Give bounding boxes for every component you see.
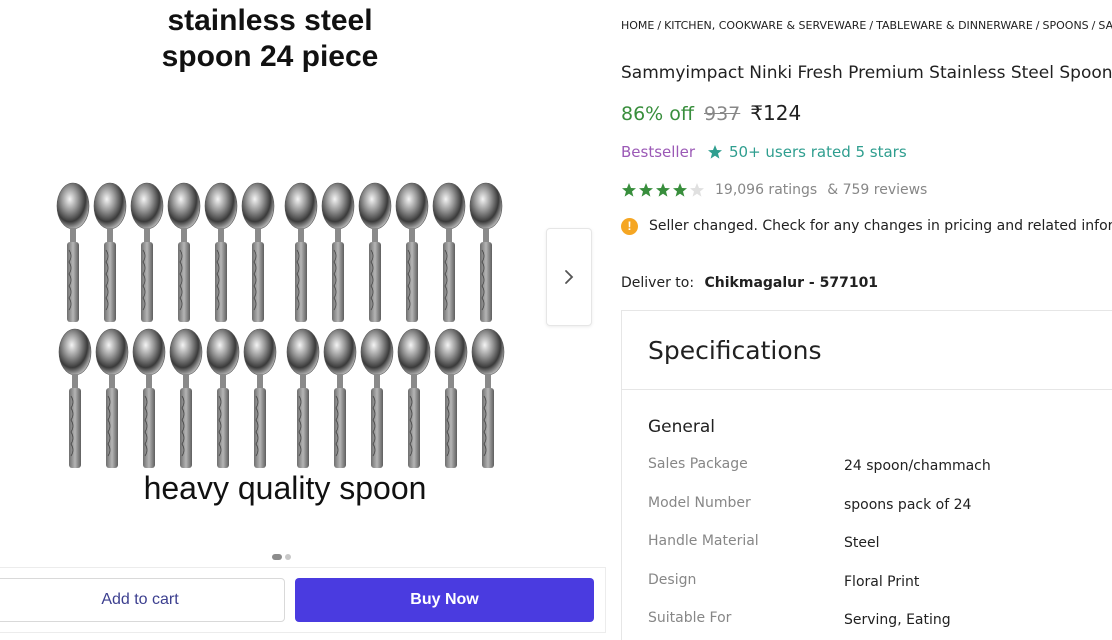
spec-row: Model Number spoons pack of 24 [648, 495, 991, 534]
rating-row: 19,096 ratings & 759 reviews [621, 179, 927, 201]
star-filled-icon [639, 183, 653, 197]
seller-notice: ! Seller changed. Check for any changes … [621, 215, 1112, 237]
spec-row: Suitable For Serving, Eating [648, 610, 991, 640]
spec-value: 24 spoon/chammach [844, 458, 991, 474]
spec-value: Serving, Eating [844, 612, 951, 628]
badge-row: Bestseller 50+ users rated 5 stars [621, 142, 907, 162]
rated-badge-text: 50+ users rated 5 stars [729, 143, 907, 161]
spec-value: spoons pack of 24 [844, 496, 972, 513]
info-icon: ! [621, 217, 638, 235]
breadcrumb-item[interactable]: TABLEWARE & DINNERWARE [876, 19, 1033, 32]
selling-price: ₹124 [750, 101, 802, 125]
product-gallery: stainless steel spoon 24 piece heavy qua… [0, 0, 606, 640]
ratings-count[interactable]: 19,096 ratings [715, 179, 817, 201]
spec-table: Sales Package 24 spoon/chammach Model Nu… [648, 456, 991, 640]
product-details: HOME / KITCHEN, COOKWARE & SERVEWARE / TABLE… [621, 0, 1112, 640]
spec-key: Model Number [648, 494, 751, 511]
add-to-cart-button[interactable]: Add to cart [0, 578, 285, 622]
product-image[interactable] [56, 180, 512, 474]
next-image-button[interactable] [546, 228, 592, 326]
seller-notice-text: Seller changed. Check for any changes in… [649, 218, 1112, 234]
carousel-dots [272, 554, 291, 560]
star-filled-icon [622, 183, 636, 197]
spec-row: Design Floral Print [648, 572, 991, 611]
discount-percent: 86% off [621, 103, 694, 125]
spec-row: Handle Material Steel [648, 533, 991, 572]
spoon-row-bottom [58, 328, 505, 469]
reviews-count[interactable]: & 759 reviews [827, 179, 927, 201]
delivery-location[interactable]: Deliver to: Chikmagalur - 577101 [621, 272, 878, 294]
buy-now-button[interactable]: Buy Now [295, 578, 594, 622]
specifications-header: Specifications [622, 311, 1112, 390]
original-price: 937 [704, 103, 741, 125]
spec-value: Steel [844, 535, 880, 551]
image-caption-line2: spoon 24 piece [161, 40, 379, 73]
breadcrumb-item[interactable]: SPOONS [1043, 19, 1089, 32]
action-bar: Add to cart Buy Now [0, 567, 606, 633]
chevron-right-icon [565, 270, 574, 284]
image-caption-bottom: heavy quality spoon [143, 470, 427, 506]
star-filled-icon [673, 183, 687, 197]
breadcrumb-item[interactable]: KITCHEN, COOKWARE & SERVEWARE [664, 19, 866, 32]
spec-group-title: General [648, 417, 715, 437]
specifications-title: Specifications [648, 335, 822, 365]
breadcrumb: HOME / KITCHEN, COOKWARE & SERVEWARE / TABLE… [621, 18, 1112, 34]
carousel-dot-active[interactable] [272, 554, 282, 560]
rated-badge: 50+ users rated 5 stars [707, 142, 907, 162]
product-title: Sammyimpact Ninki Fresh Premium Stainles… [621, 63, 1112, 83]
price-row: 86% off 937 ₹124 [621, 99, 801, 128]
specifications-panel: Specifications General Sales Package 24 … [621, 310, 1112, 640]
breadcrumb-item[interactable]: HOME [621, 19, 654, 32]
star-filled-icon [656, 183, 670, 197]
spec-row: Sales Package 24 spoon/chammach [648, 456, 991, 495]
spec-value: Floral Print [844, 573, 920, 590]
star-empty-icon [690, 183, 704, 197]
deliver-location-value[interactable]: Chikmagalur - 577101 [705, 275, 879, 291]
star-rating [621, 182, 705, 198]
spec-key: Suitable For [648, 610, 732, 626]
spec-key: Design [648, 571, 697, 588]
spoon-row-top [56, 182, 503, 323]
bestseller-badge: Bestseller [621, 143, 695, 161]
carousel-dot[interactable] [285, 554, 291, 560]
spec-key: Sales Package [648, 456, 748, 472]
star-badge-icon [708, 145, 722, 159]
image-caption-line1: stainless steel [167, 4, 373, 37]
breadcrumb-item[interactable]: SAMMYIMPACT SPOONS [1098, 19, 1112, 32]
deliver-label: Deliver to: [621, 275, 695, 291]
spec-key: Handle Material [648, 533, 759, 549]
